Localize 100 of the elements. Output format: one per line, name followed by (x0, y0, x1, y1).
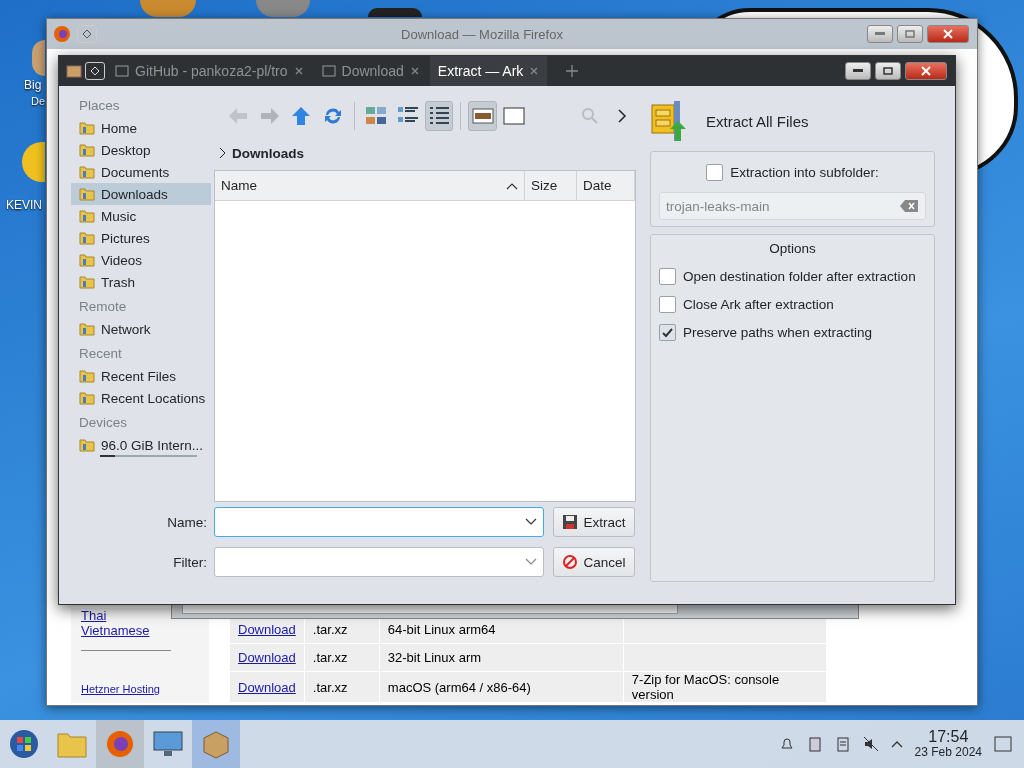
maximize-button[interactable] (875, 62, 901, 80)
places-item[interactable]: Desktop (71, 139, 211, 161)
close-button[interactable] (905, 62, 947, 80)
checkbox-label[interactable]: Preserve paths when extracting (683, 324, 873, 340)
checkbox-label[interactable]: Extraction into subfolder: (730, 164, 879, 180)
page-icon (321, 64, 336, 78)
folder-icon (79, 368, 95, 384)
places-item[interactable]: Videos (71, 249, 211, 271)
window-tab[interactable]: Download (313, 56, 428, 86)
clock-date[interactable]: 23 Feb 2024 (914, 746, 982, 759)
window-title: Download — Mozilla Firefox (400, 26, 564, 42)
caret-icon (525, 518, 537, 526)
folder-icon (79, 390, 95, 406)
archiver-button[interactable] (192, 720, 240, 768)
field-label: Filter: (172, 553, 208, 572)
floppy-icon (562, 514, 579, 530)
filter-field[interactable] (214, 547, 544, 577)
column-header[interactable]: Date (577, 171, 635, 200)
language-link[interactable]: Vietnamese (81, 623, 209, 638)
cancel-icon (562, 554, 579, 570)
windows-logo-icon (8, 728, 40, 760)
checkbox[interactable] (659, 267, 676, 285)
bell-icon[interactable] (778, 736, 795, 752)
places-item[interactable]: 96.0 GiB Intern... (71, 434, 211, 456)
checkbox[interactable] (659, 323, 676, 341)
places-item[interactable]: Trash (71, 271, 211, 293)
forward-arrow-icon (258, 105, 281, 127)
close-icon (529, 66, 540, 76)
preview-button[interactable] (468, 101, 497, 131)
table-cell: .tar.xz (304, 643, 380, 672)
panel-title: Extract All Files (706, 112, 809, 130)
table-cell: 32-bit Linux arm (379, 643, 624, 672)
box-icon (65, 62, 83, 80)
download-link[interactable]: Download (229, 643, 305, 672)
places-item[interactable]: Recent Files (71, 365, 211, 387)
maximize-icon (883, 67, 893, 75)
places-item[interactable]: Pictures (71, 227, 211, 249)
section-heading: Remote (79, 299, 128, 314)
places-item[interactable]: Documents (71, 161, 211, 183)
desktop-icon-label[interactable]: KEVIN (6, 198, 42, 212)
folder-icon (79, 208, 95, 224)
column-header[interactable]: Name (215, 171, 525, 200)
folder-icon (79, 142, 95, 158)
note-icon[interactable] (834, 736, 851, 752)
places-item[interactable]: Network (71, 318, 211, 340)
checkbox-label[interactable]: Open destination folder after extraction (683, 268, 916, 284)
folder-icon (57, 730, 87, 758)
download-link[interactable]: Download (229, 671, 305, 703)
show-desktop-icon[interactable] (994, 736, 1012, 752)
places-item[interactable]: Recent Locations (71, 387, 211, 409)
window-tab[interactable]: GitHub - pankoza2-pl/tro (107, 56, 312, 86)
caret-icon (525, 558, 537, 566)
table-cell: macOS (arm64 / x86-64) (379, 671, 624, 703)
places-item[interactable]: Music (71, 205, 211, 227)
desktop-icon[interactable] (22, 142, 45, 182)
clear-icon[interactable] (900, 200, 918, 212)
chevron-icon (615, 108, 628, 124)
page-icon (115, 64, 129, 78)
checkbox[interactable] (706, 163, 724, 181)
minimize-button[interactable] (845, 62, 871, 80)
close-icon (943, 29, 953, 39)
diamond-icon (90, 66, 100, 76)
clock-time[interactable]: 17:54 (928, 729, 969, 747)
section-heading: Devices (79, 415, 128, 430)
checkbox-label[interactable]: Close Ark after extraction (683, 296, 834, 312)
breadcrumb-item[interactable]: Downloads (232, 145, 304, 161)
drive-icon (79, 437, 95, 453)
muted-speaker-icon[interactable] (862, 736, 879, 752)
pin-button[interactable] (85, 62, 105, 80)
folder-icon (79, 186, 95, 202)
section-heading: Places (79, 98, 121, 113)
language-link[interactable]: Hetzner Hosting (81, 683, 209, 695)
diamond-icon (82, 29, 92, 39)
chevron-up-icon[interactable] (890, 740, 903, 748)
close-button[interactable] (927, 25, 969, 43)
window-tab[interactable]: Extract — Ark (429, 56, 548, 86)
desktop-icon-label[interactable]: De (31, 95, 46, 107)
folder-icon (79, 274, 95, 290)
view-mode-button[interactable] (424, 101, 454, 131)
pin-button[interactable] (77, 25, 97, 43)
folder-icon (79, 321, 95, 337)
desktop-icon[interactable] (32, 40, 45, 76)
browser-button[interactable] (96, 720, 144, 768)
image-icon (471, 107, 494, 125)
minimize-icon (875, 32, 885, 36)
places-item[interactable]: Downloads (71, 183, 211, 205)
desktop-icon-label[interactable]: Big (24, 78, 42, 92)
plus-icon (565, 64, 580, 78)
up-arrow-icon (290, 105, 313, 127)
cancel-button[interactable]: Cancel (553, 547, 635, 577)
places-item[interactable]: Home (71, 117, 211, 139)
maximize-icon (905, 30, 915, 38)
clipboard-icon[interactable] (806, 736, 823, 752)
column-header[interactable]: Size (525, 171, 577, 200)
name-field[interactable] (214, 507, 544, 537)
maximize-button[interactable] (897, 25, 923, 43)
checkbox[interactable] (659, 295, 676, 313)
folder-icon (79, 164, 95, 180)
extract-button[interactable]: Extract (553, 507, 635, 537)
close-icon (293, 66, 304, 76)
